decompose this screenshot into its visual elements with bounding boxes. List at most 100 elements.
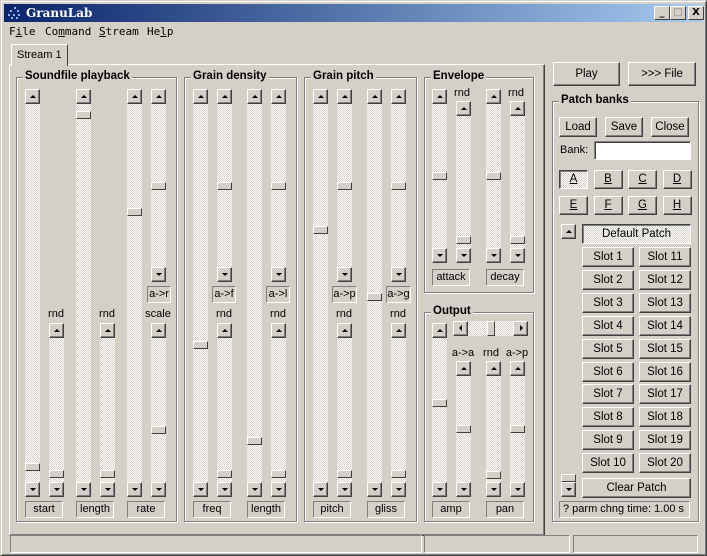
pitch-rnd-slider[interactable] bbox=[337, 323, 352, 497]
bank-button-h[interactable]: H bbox=[662, 196, 692, 215]
slider-up-button[interactable] bbox=[127, 89, 142, 104]
freq-a-to-f-slider[interactable] bbox=[217, 89, 232, 282]
slider-up-button[interactable] bbox=[456, 101, 471, 116]
slider-thumb[interactable] bbox=[49, 470, 64, 478]
slider-down-button[interactable] bbox=[271, 267, 286, 282]
amp-a-to-a-slider[interactable] bbox=[456, 361, 471, 497]
scroll-down-button[interactable] bbox=[561, 482, 576, 497]
slider-thumb[interactable] bbox=[217, 182, 232, 190]
slider-up-button[interactable] bbox=[271, 323, 286, 338]
gliss-slider[interactable] bbox=[367, 89, 382, 497]
slider-thumb[interactable] bbox=[247, 437, 262, 445]
slider-thumb[interactable] bbox=[313, 226, 328, 234]
freq-slider[interactable] bbox=[193, 89, 208, 497]
slot-button[interactable]: Slot 4 bbox=[582, 315, 634, 336]
slider-track[interactable] bbox=[217, 338, 232, 482]
start-slider[interactable] bbox=[25, 89, 40, 497]
length-rnd-slider[interactable] bbox=[100, 323, 115, 497]
start-rnd-slider[interactable] bbox=[49, 323, 64, 497]
slider-up-button[interactable] bbox=[313, 89, 328, 104]
slider-down-button[interactable] bbox=[510, 248, 525, 263]
gliss-a-to-g-slider[interactable] bbox=[391, 89, 406, 282]
slot-button[interactable]: Slot 16 bbox=[639, 361, 691, 382]
slider-up-button[interactable] bbox=[367, 89, 382, 104]
gliss-rnd-slider[interactable] bbox=[391, 323, 406, 497]
slider-up-button[interactable] bbox=[247, 89, 262, 104]
slot-button[interactable]: Slot 6 bbox=[582, 361, 634, 382]
freq-rnd-slider[interactable] bbox=[217, 323, 232, 497]
slider-thumb[interactable] bbox=[456, 425, 471, 433]
slider-down-button[interactable] bbox=[432, 482, 447, 497]
load-button[interactable]: Load bbox=[559, 117, 597, 137]
slot-button[interactable]: Slot 2 bbox=[582, 269, 634, 290]
slider-down-button[interactable] bbox=[151, 482, 166, 497]
scroll-left-button[interactable] bbox=[453, 321, 468, 336]
slider-up-button[interactable] bbox=[76, 89, 91, 104]
tab-stream-1[interactable]: Stream 1 bbox=[11, 44, 68, 66]
slot-button[interactable]: Slot 19 bbox=[639, 430, 691, 451]
slider-down-button[interactable] bbox=[486, 482, 501, 497]
pitch-a-to-p-slider[interactable] bbox=[337, 89, 352, 282]
slider-track[interactable] bbox=[193, 104, 208, 482]
amp-rnd-slider[interactable] bbox=[486, 361, 501, 497]
slot-button[interactable]: Slot 1 bbox=[582, 247, 634, 267]
slider-thumb[interactable] bbox=[76, 111, 91, 119]
scroll-thumb[interactable] bbox=[561, 474, 576, 482]
slot-button[interactable]: Slot 9 bbox=[582, 430, 634, 451]
decay-slider[interactable] bbox=[486, 89, 501, 263]
slider-down-button[interactable] bbox=[456, 482, 471, 497]
slider-down-button[interactable] bbox=[313, 482, 328, 497]
slider-track[interactable] bbox=[76, 104, 91, 482]
bank-button-e[interactable]: E bbox=[559, 196, 588, 215]
bank-button-d[interactable]: D bbox=[662, 170, 692, 189]
slot-button[interactable]: Slot 17 bbox=[639, 384, 691, 405]
slider-up-button[interactable] bbox=[337, 89, 352, 104]
slider-thumb[interactable] bbox=[337, 470, 352, 478]
slider-track[interactable] bbox=[271, 338, 286, 482]
slot-button[interactable]: Slot 5 bbox=[582, 338, 634, 359]
slot-button[interactable]: Slot 14 bbox=[639, 315, 691, 336]
bank-button-b[interactable]: B bbox=[593, 170, 623, 189]
bank-button-f[interactable]: F bbox=[593, 196, 623, 215]
slot-button[interactable]: Slot 15 bbox=[639, 338, 691, 359]
slider-up-button[interactable] bbox=[25, 89, 40, 104]
scroll-track[interactable] bbox=[561, 224, 576, 467]
slider-up-button[interactable] bbox=[486, 361, 501, 376]
slider-track[interactable] bbox=[25, 104, 40, 482]
slot-button[interactable]: Slot 10 bbox=[582, 453, 634, 474]
bank-button-a[interactable]: A bbox=[559, 170, 588, 189]
slider-track[interactable] bbox=[510, 116, 525, 248]
slider-track[interactable] bbox=[391, 338, 406, 482]
slider-down-button[interactable] bbox=[76, 482, 91, 497]
slider-up-button[interactable] bbox=[49, 323, 64, 338]
slider-up-button[interactable] bbox=[432, 89, 447, 104]
slot-button[interactable]: Slot 11 bbox=[639, 247, 691, 267]
slider-thumb[interactable] bbox=[337, 182, 352, 190]
slider-up-button[interactable] bbox=[151, 323, 166, 338]
slider-up-button[interactable] bbox=[337, 323, 352, 338]
slider-thumb[interactable] bbox=[127, 208, 142, 216]
menu-command[interactable]: Command bbox=[45, 25, 91, 38]
bank-button-g[interactable]: G bbox=[628, 196, 657, 215]
slider-track[interactable] bbox=[432, 338, 447, 482]
slider-thumb[interactable] bbox=[100, 470, 115, 478]
save-button[interactable]: Save bbox=[605, 117, 643, 137]
slider-down-button[interactable] bbox=[271, 482, 286, 497]
menu-stream[interactable]: Stream bbox=[99, 25, 139, 38]
default-patch-button[interactable]: Default Patch bbox=[582, 224, 691, 244]
slider-down-button[interactable] bbox=[337, 267, 352, 282]
close-bank-button[interactable]: Close bbox=[651, 117, 689, 137]
slider-up-button[interactable] bbox=[391, 323, 406, 338]
slider-track[interactable] bbox=[247, 104, 262, 482]
slider-up-button[interactable] bbox=[217, 323, 232, 338]
amp-slider[interactable] bbox=[432, 323, 447, 497]
menu-file[interactable]: File bbox=[9, 25, 36, 38]
play-button[interactable]: Play bbox=[553, 62, 620, 86]
slot-button[interactable]: Slot 3 bbox=[582, 292, 634, 313]
bank-button-c[interactable]: C bbox=[628, 170, 657, 189]
rate-scale-slider[interactable] bbox=[151, 323, 166, 497]
length-a-to-l-slider[interactable] bbox=[271, 89, 286, 282]
rate-a-to-r-slider[interactable] bbox=[151, 89, 166, 282]
slider-up-button[interactable] bbox=[100, 323, 115, 338]
slider-down-button[interactable] bbox=[49, 482, 64, 497]
